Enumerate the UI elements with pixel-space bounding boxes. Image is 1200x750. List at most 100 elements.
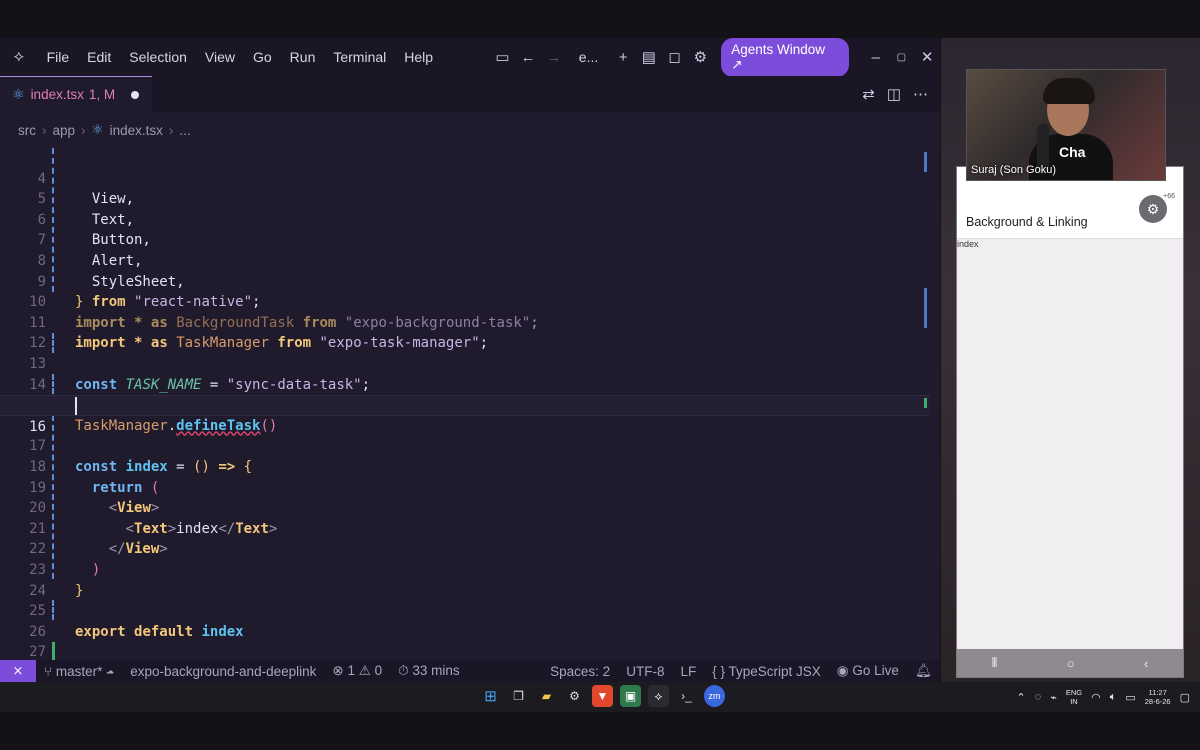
gear-badge: +66	[1163, 193, 1175, 200]
back-icon[interactable]: ‹	[1144, 656, 1148, 671]
code-line: 4 View,	[0, 148, 930, 208]
go-live-button[interactable]: ◉ Go Live	[829, 663, 907, 679]
code-line: 17 const index = () => {	[0, 416, 930, 475]
code-line: 26	[0, 601, 930, 640]
system-tray: ⌃ ◌ ⌁ ENG IN ◠ 🔈︎ ▭ 11:27 28-6-26 ▢	[1016, 682, 1190, 712]
task-view-icon[interactable]: ❐	[508, 685, 529, 707]
code-editor[interactable]: 4 View, 5 Text, 6 Button, 7 Alert, 8 Sty…	[0, 148, 940, 660]
menu-view[interactable]: View	[196, 38, 244, 76]
line-number: 27	[29, 644, 46, 660]
screen-bottom-border	[0, 712, 1200, 750]
tab-actions: ⇄ ◫ ⋯	[862, 76, 928, 112]
phone-emulator[interactable]: +66 ⚙ Background & Linking index ⦀ ○ ‹	[956, 166, 1184, 678]
tab-index-tsx[interactable]: ⚛ index.tsx 1, M	[0, 76, 152, 112]
home-icon[interactable]: ○	[1067, 656, 1075, 671]
volume-icon[interactable]: 🔈︎	[1110, 691, 1117, 704]
settings-gear-icon[interactable]: ⚙	[687, 44, 713, 70]
menu-file[interactable]: File	[38, 38, 79, 76]
react-file-icon: ⚛	[12, 86, 25, 102]
split-editor-icon[interactable]: ◫	[887, 85, 901, 103]
settings-app-icon[interactable]: ⚙	[564, 685, 585, 707]
minimize-icon[interactable]: –	[863, 44, 889, 70]
menu-run[interactable]: Run	[281, 38, 325, 76]
code-line: 20 <Text>index</Text>	[0, 478, 930, 537]
terminal-icon[interactable]: ›_	[676, 685, 697, 707]
maximize-icon[interactable]: ▢	[889, 44, 915, 70]
text-cursor	[75, 397, 77, 416]
problems-status[interactable]: ⊗ 1 ⚠ 0	[324, 663, 390, 679]
back-arrow-icon[interactable]: ←	[515, 44, 541, 70]
chat-icon[interactable]: ◻	[662, 44, 688, 70]
windows-start-icon[interactable]: ⊞	[480, 685, 501, 707]
title-bar: ⟡ File Edit Selection View Go Run Termin…	[0, 37, 940, 77]
notifications-bell-icon[interactable]: 🔔︎	[907, 663, 940, 679]
overview-ruler[interactable]	[924, 148, 927, 660]
code-line: 6 Button,	[0, 189, 930, 249]
code-line: 10 import * as BackgroundTask from "expo…	[0, 272, 930, 331]
toggle-sidebar-icon[interactable]: ▭	[490, 44, 516, 70]
branch-status[interactable]: ⑂ master* ☁	[36, 664, 122, 679]
system-clock[interactable]: 11:27 28-6-26	[1145, 688, 1171, 706]
taskbar-apps: ⊞ ❐ ▰ ⚙ ▼ ▣ ⟡ ›_ zm	[480, 685, 725, 707]
chevron-right-icon: ›	[81, 122, 86, 138]
breadcrumb-file[interactable]: index.tsx	[110, 123, 163, 138]
language-indicator[interactable]: ENG IN	[1066, 688, 1082, 706]
unsaved-dot-icon[interactable]	[131, 90, 140, 99]
code-line: 19 <View>	[0, 457, 930, 517]
menu-go[interactable]: Go	[244, 38, 281, 76]
compare-changes-icon[interactable]: ⇄	[862, 85, 875, 103]
chevron-right-icon: ›	[42, 122, 47, 138]
code-line: 7 Alert,	[0, 210, 930, 269]
tab-bar: ⚛ index.tsx 1, M ⇄ ◫ ⋯	[0, 76, 940, 112]
android-nav-bar: ⦀ ○ ‹	[957, 649, 1183, 677]
code-line: 18 return (	[0, 436, 930, 496]
code-line: 9 } from "react-native";	[0, 251, 930, 311]
close-icon[interactable]: ✕	[914, 44, 940, 70]
tab-status: 1, M	[88, 87, 116, 102]
code-line: 24	[0, 560, 930, 599]
forward-arrow-icon[interactable]: →	[541, 44, 567, 70]
chevron-right-icon: ›	[168, 122, 174, 138]
tray-app-icon[interactable]: ◌	[1035, 691, 1042, 703]
agents-window-button[interactable]: Agents Window ↗	[721, 37, 849, 77]
panel-icon[interactable]: ▤	[636, 44, 662, 70]
time-tracker[interactable]: ⏱ 33 mins	[390, 663, 468, 679]
remote-icon[interactable]: ⨯	[0, 660, 36, 682]
webcam-caption: Suraj (Son Goku)	[971, 164, 1056, 176]
menu-edit[interactable]: Edit	[78, 38, 120, 76]
more-actions-icon[interactable]: ⋯	[913, 85, 928, 103]
breadcrumb-symbol[interactable]: ...	[179, 123, 190, 138]
brave-browser-icon[interactable]: ▼	[592, 685, 613, 707]
file-explorer-icon[interactable]: ▰	[536, 685, 557, 707]
vscode-taskbar-icon[interactable]: ⟡	[648, 685, 669, 707]
battery-icon[interactable]: ▭	[1125, 691, 1135, 704]
language-mode[interactable]: { } TypeScript JSX	[704, 664, 829, 679]
zoom-icon[interactable]: zm	[704, 685, 725, 707]
menu-terminal[interactable]: Terminal	[324, 38, 395, 76]
status-bar: ⨯ ⑂ master* ☁ expo-background-and-deepli…	[0, 660, 940, 682]
android-studio-icon[interactable]: ▣	[620, 685, 641, 707]
vscode-window: ⟡ File Edit Selection View Go Run Termin…	[0, 37, 940, 682]
encoding-status[interactable]: UTF-8	[618, 664, 672, 679]
menu-selection[interactable]: Selection	[120, 38, 196, 76]
code-line: 15 TaskManager.defineTask()	[0, 375, 930, 434]
wifi-icon[interactable]: ◠	[1091, 691, 1101, 704]
windows-taskbar: ⊞ ❐ ▰ ⚙ ▼ ▣ ⟡ ›_ zm ⌃ ◌ ⌁ ENG IN ◠ 🔈︎ ▭ 1…	[0, 682, 1200, 712]
project-name[interactable]: expo-background-and-deeplink	[122, 664, 324, 679]
menu-help[interactable]: Help	[395, 38, 442, 76]
screen-top-border	[0, 0, 1200, 38]
new-icon[interactable]: +	[610, 44, 636, 70]
gutter-added-marker	[52, 642, 55, 660]
eol-status[interactable]: LF	[672, 664, 704, 679]
indentation-status[interactable]: Spaces: 2	[542, 664, 618, 679]
tray-chevron-up-icon[interactable]: ⌃	[1016, 691, 1025, 704]
notification-center-icon[interactable]: ▢	[1180, 691, 1190, 704]
tray-network-app-icon[interactable]: ⌁	[1050, 691, 1057, 704]
code-line: 5 Text,	[0, 169, 930, 228]
breadcrumb-app[interactable]: app	[53, 123, 76, 138]
app-title: Background & Linking	[966, 215, 1088, 229]
breadcrumb-src[interactable]: src	[18, 123, 36, 138]
command-search[interactable]: e...	[567, 38, 610, 76]
dev-settings-gear-icon[interactable]: ⚙	[1139, 195, 1167, 223]
recents-icon[interactable]: ⦀	[992, 655, 998, 671]
